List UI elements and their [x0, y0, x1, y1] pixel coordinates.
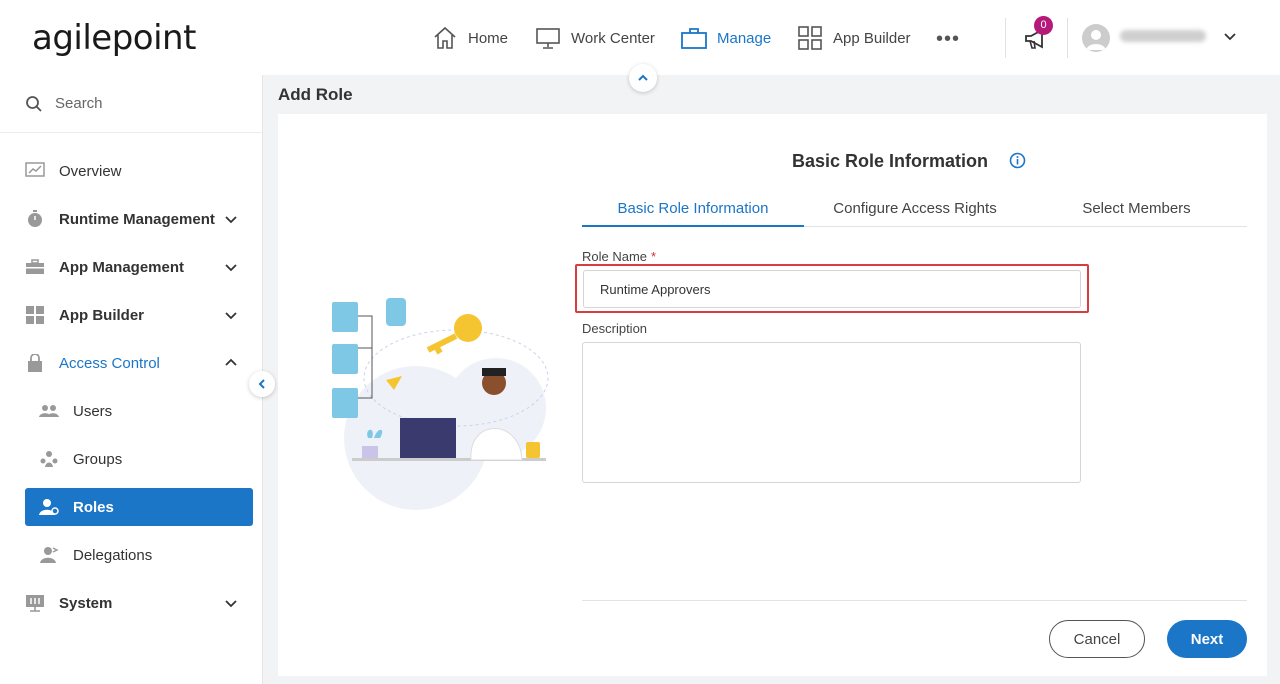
- grid-icon: [798, 26, 822, 50]
- sidebar-item-runtime-management[interactable]: Runtime Management: [25, 200, 253, 238]
- more-menu-icon[interactable]: •••: [936, 28, 960, 51]
- role-name-input[interactable]: [583, 270, 1081, 308]
- tab-configure-access-rights[interactable]: Configure Access Rights: [804, 196, 1026, 227]
- users-icon: [39, 401, 59, 421]
- toolbox-icon: [25, 257, 45, 277]
- sidebar-item-label: Users: [73, 402, 113, 420]
- description-field[interactable]: [582, 342, 1081, 483]
- tab-select-members[interactable]: Select Members: [1026, 196, 1247, 227]
- wizard-tabs: Basic Role Information Configure Access …: [582, 196, 1247, 227]
- nav-app-builder[interactable]: App Builder: [797, 24, 911, 52]
- chevron-left-icon: [258, 379, 265, 389]
- divider: [582, 600, 1247, 601]
- chevron-down-icon: [225, 216, 237, 224]
- chevron-down-icon: [225, 264, 237, 272]
- role-name-label-text: Role Name: [582, 249, 648, 264]
- info-icon[interactable]: [1009, 152, 1026, 169]
- sidebar-item-label: Overview: [59, 162, 122, 180]
- description-label: Description: [582, 321, 648, 336]
- chevron-down-icon: [225, 312, 237, 320]
- sidebar-item-label: Runtime Management: [59, 210, 215, 228]
- nav-work-center[interactable]: Work Center: [535, 24, 655, 52]
- sidebar-item-label: System: [59, 594, 113, 612]
- sidebar-item-label: App Management: [59, 258, 185, 276]
- sidebar-item-access-control[interactable]: Access Control: [25, 344, 253, 382]
- cancel-button[interactable]: Cancel: [1049, 620, 1145, 658]
- role-icon: [39, 497, 59, 517]
- collapse-sidebar-button[interactable]: [249, 371, 275, 397]
- sidebar-item-label: Roles: [73, 498, 114, 516]
- notification-badge: 0: [1034, 16, 1053, 35]
- search-icon: [26, 95, 42, 112]
- sidebar: Search Overview Runtime Management App M…: [0, 75, 263, 684]
- sidebar-item-delegations[interactable]: Delegations: [25, 536, 253, 574]
- sidebar-item-label: Groups: [73, 450, 123, 468]
- username-blurred[interactable]: [1120, 30, 1206, 42]
- nav-app-builder-label: App Builder: [833, 29, 911, 47]
- monitor-icon: [536, 28, 560, 49]
- briefcase-icon: [681, 28, 707, 49]
- sidebar-item-label: App Builder: [59, 306, 144, 324]
- role-name-label: Role Name *: [582, 249, 656, 264]
- chart-icon: [25, 161, 45, 181]
- home-icon: [434, 26, 456, 49]
- sidebar-item-roles[interactable]: Roles: [25, 488, 253, 526]
- groups-icon: [39, 449, 59, 469]
- chevron-down-icon: [225, 600, 237, 608]
- grid-icon: [25, 305, 45, 325]
- timer-icon: [25, 209, 45, 229]
- sidebar-search[interactable]: Search: [0, 75, 262, 133]
- nav-manage[interactable]: Manage: [681, 24, 771, 52]
- sidebar-item-groups[interactable]: Groups: [25, 440, 253, 478]
- sidebar-item-system[interactable]: System: [25, 584, 253, 622]
- chevron-up-icon: [225, 358, 237, 366]
- tab-basic-role-information[interactable]: Basic Role Information: [582, 196, 804, 227]
- section-title: Basic Role Information: [792, 151, 989, 171]
- nav-home[interactable]: Home: [432, 24, 508, 52]
- search-placeholder: Search: [55, 95, 103, 112]
- avatar[interactable]: [1082, 24, 1110, 52]
- next-button[interactable]: Next: [1167, 620, 1247, 658]
- agilepoint-logo[interactable]: agilepoint: [32, 18, 196, 58]
- role-illustration: [332, 298, 549, 510]
- chevron-up-icon: [638, 74, 648, 81]
- sidebar-item-users[interactable]: Users: [25, 392, 253, 430]
- sidebar-item-app-management[interactable]: App Management: [25, 248, 253, 286]
- lock-icon: [25, 353, 45, 373]
- divider: [1005, 18, 1006, 58]
- sidebar-item-label: Access Control: [59, 354, 160, 372]
- collapse-header-button[interactable]: [629, 64, 657, 92]
- nav-manage-label: Manage: [717, 29, 772, 47]
- system-icon: [25, 593, 45, 613]
- required-mark: *: [651, 249, 657, 264]
- delegation-icon: [39, 545, 59, 565]
- sidebar-item-app-builder[interactable]: App Builder: [25, 296, 253, 334]
- nav-home-label: Home: [468, 29, 509, 47]
- divider: [1067, 18, 1068, 58]
- user-avatar-icon: [1086, 30, 1106, 50]
- sidebar-item-overview[interactable]: Overview: [25, 152, 253, 190]
- sidebar-item-label: Delegations: [73, 546, 153, 564]
- page-title: Add Role: [278, 85, 353, 104]
- chevron-down-icon[interactable]: [1222, 28, 1238, 44]
- nav-work-center-label: Work Center: [571, 29, 655, 47]
